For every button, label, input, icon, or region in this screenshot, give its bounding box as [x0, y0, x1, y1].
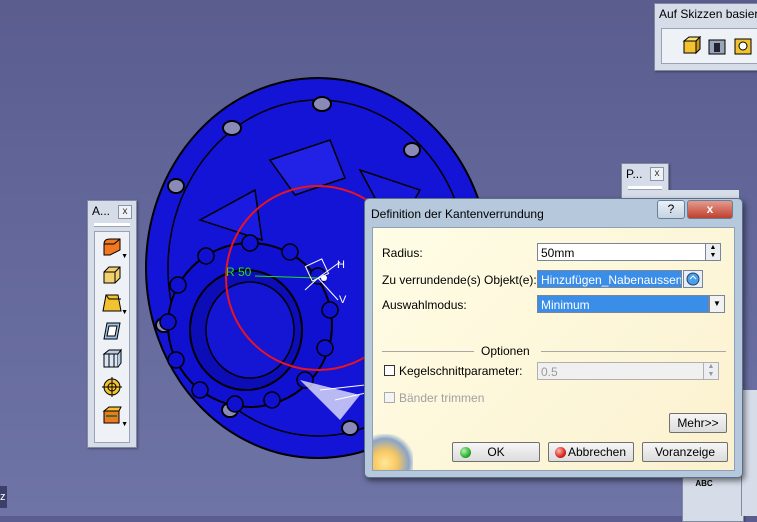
edge-fillet-icon[interactable]: ▼: [99, 234, 128, 260]
radius-spinner[interactable]: ▲ ▼: [705, 243, 721, 261]
toolbar-title: Auf Skizzen basier: [659, 7, 757, 21]
conic-parameter-spinner[interactable]: ▲ ▼: [703, 362, 719, 380]
radius-input[interactable]: 50mm: [537, 243, 706, 261]
options-divider-right: [541, 351, 726, 352]
ok-icon: [460, 447, 471, 458]
axis-h-label: H: [337, 259, 345, 271]
right-edge-strip: [741, 390, 757, 516]
radius-label: Radius:: [382, 246, 423, 260]
objects-label: Zu verrundende(s) Objekt(e):: [382, 273, 537, 287]
dialog-title: Definition der Kantenverrundung: [371, 207, 544, 221]
dress-up-features-toolbar[interactable]: A... x ▼ ▼ ▼: [87, 200, 137, 448]
objects-to-fillet-field[interactable]: Hinzufügen_Nabenaussen: [537, 270, 682, 288]
pad-icon[interactable]: [680, 35, 702, 57]
radius-annotation: R 50: [226, 265, 252, 279]
close-icon[interactable]: x: [650, 167, 664, 181]
ok-button[interactable]: OK: [452, 442, 540, 462]
close-icon[interactable]: x: [118, 205, 132, 219]
compass-z-label: z: [0, 486, 7, 508]
spin-up-icon[interactable]: ▲: [706, 244, 720, 252]
more-button[interactable]: Mehr>>: [669, 413, 727, 433]
shaft-icon[interactable]: [732, 35, 754, 57]
thickness-icon[interactable]: [99, 346, 125, 372]
dialog-decoration-globe: [373, 434, 413, 470]
remove-face-icon[interactable]: ▼: [99, 402, 128, 428]
draft-icon[interactable]: ▼: [99, 290, 128, 316]
options-header: Optionen: [481, 344, 530, 358]
spin-up-icon[interactable]: ▲: [704, 363, 718, 371]
dialog-panel: Radius: 50mm ▲ ▼ Zu verrundende(s) Objek…: [372, 227, 735, 471]
help-button[interactable]: ?: [657, 200, 685, 219]
options-divider-left: [382, 351, 474, 352]
thread-icon[interactable]: [99, 374, 125, 400]
text-tool-icon[interactable]: ABC: [693, 479, 715, 493]
toolbar-icon-row: [661, 28, 757, 64]
object-selection-icon[interactable]: [683, 270, 703, 288]
spin-down-icon[interactable]: ▼: [706, 252, 720, 260]
selection-mode-dropdown[interactable]: Minimum: [537, 295, 709, 313]
sketch-based-features-toolbar[interactable]: Auf Skizzen basier: [654, 3, 757, 71]
conic-parameter-label: Kegelschnittparameter:: [399, 364, 523, 378]
edge-fillet-dialog[interactable]: Definition der Kantenverrundung ? x Radi…: [364, 198, 743, 478]
spin-down-icon[interactable]: ▼: [704, 371, 718, 379]
toolbar-icon-column: ▼ ▼ ▼: [94, 231, 130, 443]
chevron-down-icon[interactable]: ▼: [709, 295, 725, 313]
preview-button[interactable]: Voranzeige: [642, 442, 728, 462]
toolbar-grip[interactable]: [94, 223, 130, 227]
trim-ribbons-label: Bänder trimmen: [399, 391, 485, 405]
pocket-icon[interactable]: [706, 35, 728, 57]
selection-mode-label: Auswahlmodus:: [382, 298, 467, 312]
cancel-icon: [555, 447, 566, 458]
trim-ribbons-checkbox[interactable]: [384, 392, 395, 403]
chamfer-icon[interactable]: [99, 262, 125, 288]
close-button[interactable]: x: [687, 200, 733, 219]
conic-parameter-input[interactable]: 0.5: [537, 362, 704, 380]
conic-parameter-checkbox[interactable]: [384, 365, 395, 376]
axis-v-label: V: [339, 294, 347, 306]
shell-icon[interactable]: [99, 318, 125, 344]
cancel-button[interactable]: Abbrechen: [548, 442, 634, 462]
